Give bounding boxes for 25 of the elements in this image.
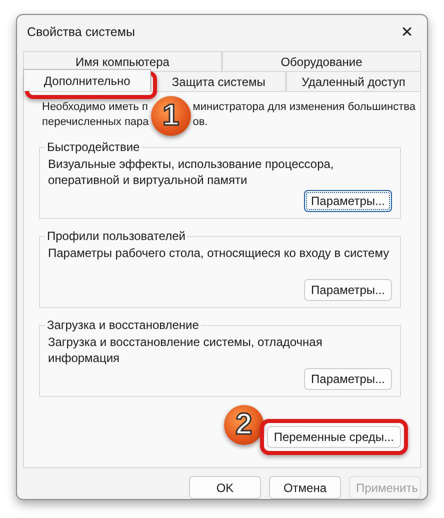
tab[interactable]: Защита системы (151, 71, 286, 91)
dialog-button[interactable]: Отмена (269, 476, 341, 499)
environment-variables-button[interactable]: Переменные среды... (266, 426, 401, 448)
step-badge: 1 (150, 96, 191, 136)
group-description: Визуальные эффекты, использование процессора, оперативной и виртуальной памяти (48, 156, 335, 188)
tab[interactable]: Имя компьютера (23, 51, 222, 71)
intro-text: министратора для изменения большинства (192, 100, 416, 115)
settings-button[interactable]: Параметры... (304, 279, 392, 301)
settings-button[interactable]: Параметры... (304, 368, 392, 390)
close-button[interactable]: ✕ (387, 17, 427, 47)
group-description: Параметры рабочего стола, относящиеся ко входу в систему (48, 245, 390, 262)
group-title: Загрузка и восстановление (46, 318, 200, 332)
dialog-button[interactable]: OK (189, 476, 261, 499)
tab[interactable]: Дополнительно (23, 69, 152, 91)
window-title: Свойства системы (27, 25, 135, 39)
settings-button[interactable]: Параметры... (304, 190, 392, 212)
tab[interactable]: Удаленный доступ (286, 71, 421, 91)
step-badge: 2 (224, 405, 264, 445)
tab[interactable]: Оборудование (222, 51, 421, 71)
group-title: Быстродействие (46, 140, 141, 154)
intro-text: ов. (192, 115, 208, 130)
intro-text: перечисленных пара (42, 115, 149, 130)
group-title: Профили пользователей (46, 229, 186, 243)
intro-text: Необходимо иметь п (42, 100, 148, 115)
group-description: Загрузка и восстановление системы, отладочная информация (48, 334, 324, 366)
